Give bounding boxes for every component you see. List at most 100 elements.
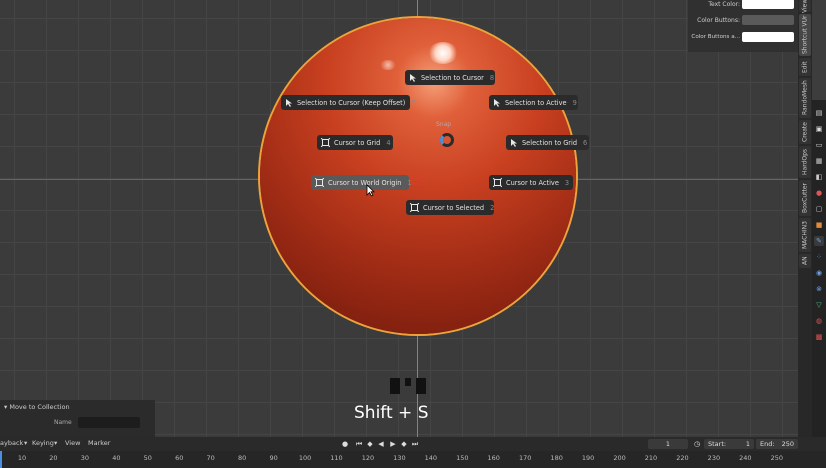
sidebar-vertical-tabs: View Shortcut VUr Edit RandoMesh Create … — [798, 0, 812, 437]
chevron-down-icon: ▾ — [54, 439, 58, 447]
world-icon[interactable]: ● — [814, 188, 824, 198]
frame-tick-label: 240 — [739, 454, 752, 462]
tab-edit[interactable]: Edit — [799, 58, 811, 76]
pie-item-selection-to-cursor[interactable]: Selection to Cursor 8 — [405, 70, 495, 85]
arrow-cursor-icon — [285, 98, 293, 107]
keystroke-indicator — [390, 378, 426, 394]
menu-keying[interactable]: Keying — [32, 439, 54, 447]
record-button-icon[interactable]: ● — [341, 440, 349, 448]
color-buttons-a-label: Color Buttons a... — [691, 34, 740, 40]
collection-icon[interactable]: ▢ — [814, 204, 824, 214]
frame-tick-label: 170 — [518, 454, 532, 462]
sidebar-n-panel: Text Color: Color Buttons: Color Buttons… — [688, 0, 798, 52]
color-buttons-a-swatch[interactable] — [742, 32, 794, 42]
tab-shortcut-vur[interactable]: Shortcut VUr — [799, 14, 811, 56]
shortcut-overlay-text: Shift + S — [354, 403, 429, 423]
object-icon[interactable]: ■ — [814, 220, 824, 230]
frame-tick-label: 130 — [393, 454, 406, 462]
pie-item-cursor-to-world-origin[interactable]: Cursor to World Origin 1 — [311, 175, 412, 190]
frame-tick-label: 160 — [487, 454, 500, 462]
frame-tick-label: 120 — [361, 454, 375, 462]
frame-tick-label: 220 — [676, 454, 689, 462]
play-reverse-icon[interactable]: ◀ — [377, 440, 385, 448]
frame-tick-label: 250 — [770, 454, 784, 462]
arrow-cursor-icon — [409, 73, 417, 82]
playhead[interactable] — [0, 451, 2, 468]
menu-playback[interactable]: ayback — [0, 439, 23, 447]
properties-tabs: ▤ ▣ ▭ ▦ ◧ ● ▢ ■ ✎ ⁘ ◉ ⊗ ▽ ◍ ▩ — [812, 100, 826, 437]
3d-viewport[interactable]: Snap Selection to Cursor 8 Selection to … — [0, 0, 800, 437]
physics-icon[interactable]: ◉ — [814, 268, 824, 278]
jump-keyframe-back-icon[interactable]: ◆ — [366, 440, 374, 448]
specular-highlight — [428, 42, 458, 64]
timeline-ruler[interactable]: 10 20 30 40 50 60 70 80 90 100 110 120 130 140 150 160 1… — [0, 451, 826, 468]
frame-tick-label: 230 — [707, 454, 721, 462]
pie-item-selection-to-grid[interactable]: Selection to Grid 6 — [506, 135, 589, 150]
tab-an[interactable]: AN — [799, 254, 811, 268]
frame-tick-label: 50 — [143, 454, 152, 462]
view-layer-icon[interactable]: ▦ — [814, 156, 824, 166]
pie-item-cursor-to-grid[interactable]: Cursor to Grid 4 — [317, 135, 393, 150]
prop-color-buttons-a: Color Buttons a... — [688, 31, 794, 43]
mouse-pointer-icon — [366, 184, 375, 199]
jump-end-icon[interactable]: ⏭ — [411, 440, 419, 448]
stopwatch-icon[interactable]: ◷ — [693, 440, 701, 448]
constraints-icon[interactable]: ⊗ — [814, 284, 824, 294]
frame-tick-label: 10 — [17, 454, 27, 462]
frame-tick-label: 100 — [298, 454, 312, 462]
pie-menu-title: Snap — [436, 121, 452, 128]
pie-item-selection-to-cursor-keep-offset[interactable]: Selection to Cursor (Keep Offset) 7 — [281, 95, 416, 110]
prop-text-color: Text Color: — [688, 0, 794, 10]
tab-machin3[interactable]: MACHIN3 — [799, 218, 811, 252]
pie-item-cursor-to-selected[interactable]: Cursor to Selected 2 — [406, 200, 494, 215]
tab-view[interactable]: View — [799, 0, 811, 13]
cursor-snap-icon — [315, 178, 324, 187]
name-input[interactable] — [78, 417, 140, 428]
specular-highlight-small — [380, 60, 396, 70]
play-icon[interactable]: ▶ — [389, 440, 397, 448]
frame-tick-label: 210 — [644, 454, 658, 462]
move-to-collection-panel[interactable]: ▾ Move to Collection Name — [0, 400, 155, 437]
cursor-snap-icon — [410, 203, 419, 212]
tab-randomesh[interactable]: RandoMesh — [799, 78, 811, 118]
object-data-icon[interactable]: ▽ — [814, 300, 824, 310]
current-frame-field[interactable]: 1 — [648, 439, 688, 449]
chevron-down-icon: ▾ — [24, 439, 28, 447]
render-icon[interactable]: ▣ — [814, 124, 824, 134]
frame-tick-label: 70 — [206, 454, 215, 462]
pie-item-selection-to-active[interactable]: Selection to Active 9 — [489, 95, 578, 110]
scene-icon[interactable]: ◧ — [814, 172, 824, 182]
jump-start-icon[interactable]: ⏮ — [355, 440, 363, 448]
frame-tick-label: 20 — [49, 454, 58, 462]
end-value: 250 — [781, 440, 794, 448]
timeline-editor: ayback ▾ Keying ▾ View Marker ● ⏮ ◆ ◀ ▶ … — [0, 437, 826, 468]
frame-tick-label: 60 — [175, 454, 184, 462]
end-frame-field[interactable]: End: 250 — [756, 439, 798, 449]
text-color-swatch[interactable] — [742, 0, 794, 9]
tool-icon[interactable]: ▤ — [814, 108, 824, 118]
menu-view[interactable]: View — [65, 439, 80, 447]
frame-tick-label: 140 — [424, 454, 438, 462]
modifier-icon[interactable]: ✎ — [814, 236, 824, 246]
start-frame-field[interactable]: Start: 1 — [704, 439, 754, 449]
particles-icon[interactable]: ⁘ — [814, 252, 824, 262]
output-icon[interactable]: ▭ — [814, 140, 824, 150]
frame-tick-label: 30 — [80, 454, 90, 462]
material-icon[interactable]: ◍ — [814, 316, 824, 326]
end-label: End: — [760, 440, 775, 448]
texture-icon[interactable]: ▩ — [814, 332, 824, 342]
tab-boxcutter[interactable]: BoxCutter — [799, 180, 811, 216]
jump-keyframe-forward-icon[interactable]: ◆ — [400, 440, 408, 448]
arrow-cursor-icon — [510, 138, 518, 147]
tab-create[interactable]: Create — [799, 120, 811, 144]
color-buttons-swatch[interactable] — [742, 15, 794, 25]
menu-marker[interactable]: Marker — [88, 439, 110, 447]
pie-direction-indicator — [440, 133, 454, 147]
pie-item-cursor-to-active[interactable]: Cursor to Active 3 — [489, 175, 573, 190]
tab-hardops[interactable]: HardOps — [799, 146, 811, 178]
frame-tick-label: 180 — [550, 454, 563, 462]
3d-cursor-icon[interactable] — [411, 173, 423, 185]
frame-tick-label: 40 — [112, 454, 121, 462]
frame-tick-label: 90 — [269, 454, 278, 462]
panel-title: Move to Collection — [9, 403, 70, 411]
